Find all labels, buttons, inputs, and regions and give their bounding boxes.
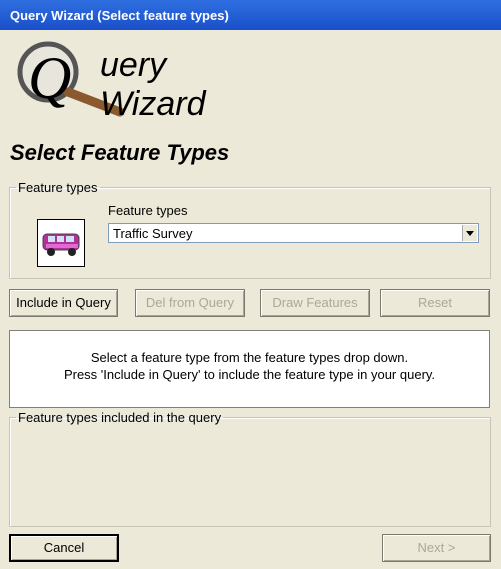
feature-types-legend: Feature types	[18, 180, 98, 195]
cancel-button[interactable]: Cancel	[9, 534, 119, 562]
feature-type-selected: Traffic Survey	[113, 226, 193, 241]
reset-button[interactable]: Reset	[380, 289, 490, 317]
del-from-query-button[interactable]: Del from Query	[135, 289, 245, 317]
next-button[interactable]: Next >	[382, 534, 491, 562]
included-feature-types-group: Feature types included in the query	[9, 410, 491, 527]
instructions-line-2: Press 'Include in Query' to include the …	[63, 367, 436, 382]
feature-type-dropdown[interactable]: Traffic Survey	[108, 223, 479, 243]
chevron-down-icon[interactable]	[462, 225, 477, 241]
logo-text: uery Wizard	[100, 46, 206, 123]
include-in-query-button[interactable]: Include in Query	[9, 289, 118, 317]
instructions-line-1: Select a feature type from the feature t…	[90, 350, 409, 365]
title-bar: Query Wizard (Select feature types)	[0, 0, 501, 30]
van-icon	[42, 233, 80, 256]
draw-features-button[interactable]: Draw Features	[260, 289, 370, 317]
instructions-box: Select a feature type from the feature t…	[9, 330, 490, 408]
feature-type-image	[37, 219, 85, 267]
query-wizard-logo: Q uery Wizard	[8, 36, 248, 123]
logo-letter: Q	[28, 45, 71, 111]
page-heading: Select Feature Types	[10, 140, 230, 165]
window-title: Query Wizard (Select feature types)	[10, 8, 229, 23]
included-feature-types-legend: Feature types included in the query	[18, 410, 222, 425]
feature-types-label: Feature types	[108, 203, 188, 218]
